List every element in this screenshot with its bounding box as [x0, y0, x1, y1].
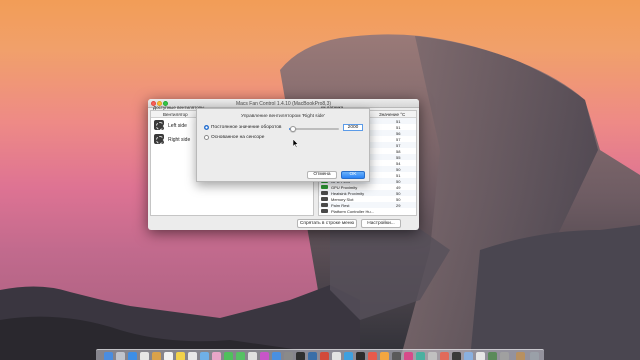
rpm-slider-knob[interactable] [290, 125, 296, 132]
sensor-name: Palm Rest [331, 202, 350, 208]
fans-column-fan[interactable]: Вентилятор [163, 112, 188, 117]
sensor-value: 57 [396, 142, 401, 148]
sensor-value: 51 [396, 124, 401, 130]
app-icon[interactable] [452, 351, 461, 360]
sensor-value: 51 [396, 118, 401, 124]
preferences-button[interactable]: Настройки... [361, 219, 401, 228]
constant-rpm-label[interactable]: Постоянное значение оборотов [211, 125, 281, 130]
notes-icon[interactable] [176, 351, 185, 360]
rpm-slider[interactable] [289, 125, 339, 132]
system-preferences-icon[interactable] [284, 351, 293, 360]
app-icon[interactable] [332, 351, 341, 360]
ibooks-icon[interactable] [260, 351, 269, 360]
photos-icon[interactable] [212, 351, 221, 360]
sensor-value: 50 [396, 178, 401, 184]
launchpad-icon[interactable] [116, 351, 125, 360]
fan-name: Right side [168, 136, 191, 143]
sensor-value: 55 [396, 154, 401, 160]
macs-fan-control-dock-icon[interactable] [308, 351, 317, 360]
rpm-input[interactable]: 2000 [343, 124, 363, 131]
sensor-value: 51 [396, 172, 401, 178]
sensor-based-radio[interactable] [204, 135, 209, 140]
fan-icon [154, 120, 164, 130]
facetime-icon[interactable] [236, 351, 245, 360]
sensor-value: 54 [396, 160, 401, 166]
app-icon[interactable] [380, 351, 389, 360]
messages-icon[interactable] [224, 351, 233, 360]
sheet-title: Управление вентилятором 'Right side' [240, 114, 326, 119]
app-icon[interactable] [356, 351, 365, 360]
constant-rpm-radio[interactable] [204, 125, 209, 130]
calendar-icon[interactable] [164, 351, 173, 360]
downloads-stack-icon[interactable] [516, 351, 525, 360]
sensors-column-value[interactable]: Значение °C [379, 112, 405, 117]
app-icon[interactable] [392, 351, 401, 360]
mouse-pointer-icon [293, 139, 299, 148]
reminders-icon[interactable] [188, 351, 197, 360]
app-store-icon[interactable] [272, 351, 281, 360]
app-icon[interactable] [488, 351, 497, 360]
sensor-value: 50 [396, 166, 401, 172]
app-icon[interactable] [416, 351, 425, 360]
app-icon[interactable] [344, 351, 353, 360]
app-icon[interactable] [428, 351, 437, 360]
sensor-value: 57 [396, 136, 401, 142]
sensor-value: 58 [396, 148, 401, 154]
app-icon[interactable] [440, 351, 449, 360]
cancel-button[interactable]: Отмена [307, 171, 337, 179]
hide-to-menu-bar-button[interactable]: Спрятать в строке меню [297, 219, 357, 228]
safari-icon[interactable] [128, 351, 137, 360]
sensor-row[interactable]: Platform Controller Hu... [319, 208, 416, 214]
sensor-value: 49 [396, 184, 401, 190]
app-icon[interactable] [476, 351, 485, 360]
trash-icon[interactable] [530, 351, 539, 360]
terminal-icon[interactable] [296, 351, 305, 360]
chip-icon [321, 191, 328, 195]
sensor-name: GPU Proximity [331, 184, 358, 190]
contacts-icon[interactable] [152, 351, 161, 360]
ok-button[interactable]: OK [341, 171, 365, 179]
app-icon[interactable] [404, 351, 413, 360]
finder-icon[interactable] [104, 351, 113, 360]
app-icon[interactable] [464, 351, 473, 360]
sensor-value: 50 [396, 190, 401, 196]
fan-icon [154, 134, 164, 144]
chip-icon [321, 197, 328, 201]
chip-icon [321, 209, 328, 213]
sensor-value: 50 [396, 196, 401, 202]
app-icon[interactable] [320, 351, 329, 360]
sensor-name: Platform Controller Hu... [331, 208, 374, 214]
sensor-based-label[interactable]: Основанное на сенсоре [211, 135, 264, 140]
fan-name: Left side [168, 122, 187, 129]
app-icon[interactable] [500, 351, 509, 360]
sensor-value: 56 [396, 130, 401, 136]
sensor-name: Heatsink Proximity [331, 190, 365, 196]
chip-icon [321, 203, 328, 207]
mail-icon[interactable] [140, 351, 149, 360]
itunes-icon[interactable] [248, 351, 257, 360]
gpu-icon [321, 185, 328, 189]
app-icon[interactable] [368, 351, 377, 360]
sensor-name: Memory Slot [331, 196, 354, 202]
sensor-value: 29 [396, 202, 401, 208]
fan-control-sheet: Управление вентилятором 'Right side' Пос… [196, 108, 370, 182]
dock [96, 349, 544, 360]
maps-icon[interactable] [200, 351, 209, 360]
